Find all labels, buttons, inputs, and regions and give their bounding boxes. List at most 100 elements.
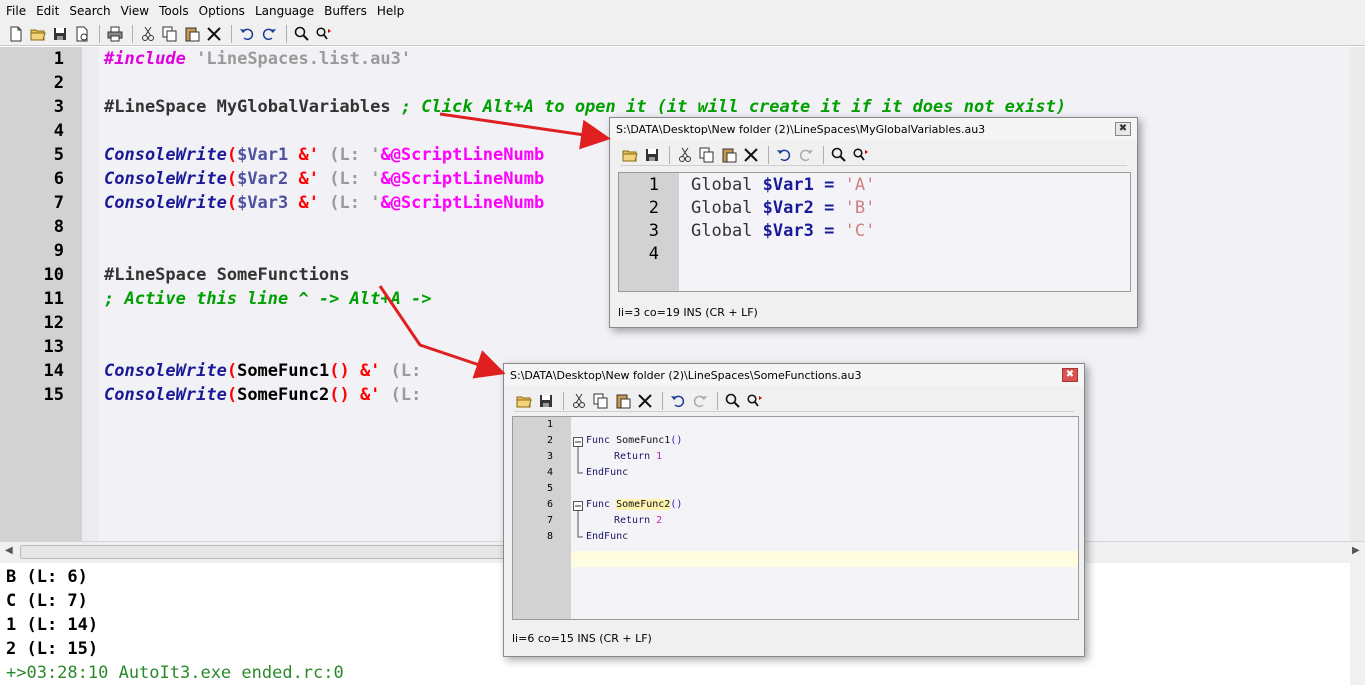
paste-button[interactable] bbox=[182, 24, 202, 44]
delete-button[interactable] bbox=[741, 145, 761, 165]
save-button[interactable] bbox=[642, 145, 662, 165]
menu-search[interactable]: Search bbox=[63, 4, 114, 18]
output-ended-line: +>03:28:10 AutoIt3.exe ended.rc:0 bbox=[6, 663, 344, 683]
new-file-icon bbox=[10, 26, 22, 41]
popup-editor[interactable]: 1 2 3 4 5 6 7 8 Func SomeFunc1() Return … bbox=[512, 416, 1079, 620]
delete-icon bbox=[207, 26, 221, 41]
menu-edit[interactable]: Edit bbox=[30, 4, 63, 18]
code-line: #LineSpace MyGlobalVariables ; Click Alt… bbox=[104, 97, 1066, 117]
find-icon bbox=[725, 393, 740, 408]
toolbar-separator bbox=[99, 24, 100, 43]
menu-file[interactable]: File bbox=[0, 4, 30, 18]
undo-icon bbox=[777, 149, 791, 161]
save-button[interactable] bbox=[50, 24, 70, 44]
copy-button[interactable] bbox=[160, 24, 180, 44]
keyword: EndFunc bbox=[586, 467, 629, 478]
operator: = bbox=[824, 221, 835, 241]
copy-button[interactable] bbox=[697, 145, 717, 165]
line-number: 1 bbox=[648, 175, 659, 195]
menu-view-label: View bbox=[120, 4, 150, 18]
find-button[interactable] bbox=[829, 145, 849, 165]
string-literal: 'C' bbox=[844, 221, 876, 241]
cut-button[interactable] bbox=[675, 145, 695, 165]
new-file-button[interactable] bbox=[6, 24, 26, 44]
linespace-directive: #LineSpace SomeFunctions bbox=[104, 265, 350, 285]
keyword: Return bbox=[614, 515, 651, 526]
scroll-thumb[interactable] bbox=[20, 545, 520, 559]
function-call: SomeFunc2 bbox=[237, 385, 330, 405]
find-button[interactable] bbox=[292, 24, 312, 44]
menu-buffers-label: Buffers bbox=[324, 4, 367, 18]
number-literal: 2 bbox=[656, 515, 663, 526]
popup-title-bar[interactable]: S:\DATA\Desktop\New folder (2)\LineSpace… bbox=[504, 364, 1084, 386]
scroll-right-icon[interactable]: ▶ bbox=[1352, 545, 1360, 556]
open-button[interactable] bbox=[28, 24, 48, 44]
close-button[interactable]: ✖ bbox=[1062, 368, 1078, 382]
paste-button[interactable] bbox=[613, 391, 633, 411]
comment: ; Click Alt+A to open it (it will create… bbox=[400, 97, 1067, 117]
undo-button[interactable] bbox=[668, 391, 688, 411]
undo-icon bbox=[240, 28, 254, 40]
print-button[interactable] bbox=[105, 24, 125, 44]
keyword: Return bbox=[614, 451, 651, 462]
popup-title-bar[interactable]: S:\DATA\Desktop\New folder (2)\LineSpace… bbox=[610, 118, 1137, 140]
copy-icon bbox=[699, 147, 714, 162]
code-line: Func SomeFunc1() bbox=[586, 435, 682, 446]
menu-buffers[interactable]: Buffers bbox=[318, 4, 371, 18]
fold-marker[interactable] bbox=[573, 435, 583, 479]
fold-margin bbox=[82, 47, 98, 541]
parentheses: () bbox=[670, 499, 683, 510]
menu-help[interactable]: Help bbox=[371, 4, 408, 18]
redo-button[interactable] bbox=[690, 391, 710, 411]
paste-icon bbox=[185, 27, 200, 41]
copy-button[interactable] bbox=[591, 391, 611, 411]
toolbar-separator bbox=[768, 145, 769, 164]
menu-help-label: Help bbox=[376, 4, 405, 18]
menu-view[interactable]: View bbox=[115, 4, 153, 18]
undo-button[interactable] bbox=[774, 145, 794, 165]
keyword: Func bbox=[586, 499, 611, 510]
operator: = bbox=[824, 198, 835, 218]
close-button[interactable]: ✖ bbox=[1115, 122, 1131, 136]
variable: $Var1 bbox=[762, 175, 814, 195]
open-button[interactable] bbox=[620, 145, 640, 165]
replace-button[interactable] bbox=[851, 145, 871, 165]
save-as-button[interactable] bbox=[72, 24, 92, 44]
output-line: B (L: 6) bbox=[6, 567, 88, 587]
save-icon bbox=[646, 148, 658, 161]
fold-marker[interactable] bbox=[573, 499, 583, 543]
scroll-left-icon[interactable]: ◀ bbox=[5, 545, 13, 556]
editor-vertical-scrollbar[interactable] bbox=[1350, 47, 1365, 541]
function-name: ConsoleWrite bbox=[104, 361, 227, 381]
find-button[interactable] bbox=[723, 391, 743, 411]
menu-options-label: Options bbox=[198, 4, 245, 18]
paste-button[interactable] bbox=[719, 145, 739, 165]
line-number: 10 bbox=[43, 265, 64, 285]
popup-editor[interactable]: 1 2 3 4 Global $Var1 = 'A' Global $Var2 … bbox=[618, 172, 1131, 292]
code-line: ConsoleWrite(SomeFunc1() &' (L: bbox=[104, 361, 422, 381]
menu-tools[interactable]: Tools bbox=[153, 4, 193, 18]
delete-button[interactable] bbox=[204, 24, 224, 44]
replace-button[interactable] bbox=[314, 24, 334, 44]
output-vertical-scrollbar[interactable] bbox=[1350, 563, 1365, 685]
cut-button[interactable] bbox=[138, 24, 158, 44]
code-line: Func SomeFunc2() bbox=[586, 499, 682, 510]
delete-button[interactable] bbox=[635, 391, 655, 411]
menu-search-label: Search bbox=[69, 4, 111, 18]
open-button[interactable] bbox=[514, 391, 534, 411]
code-line: Return 1 bbox=[614, 451, 662, 462]
redo-button[interactable] bbox=[259, 24, 279, 44]
menu-language[interactable]: Language bbox=[249, 4, 318, 18]
redo-button[interactable] bbox=[796, 145, 816, 165]
paste-icon bbox=[616, 394, 631, 408]
variable: $Var2 bbox=[237, 169, 289, 189]
code-line: ConsoleWrite(SomeFunc2() &' (L: bbox=[104, 385, 422, 405]
save-as-icon bbox=[76, 26, 88, 41]
cut-button[interactable] bbox=[569, 391, 589, 411]
save-button[interactable] bbox=[536, 391, 556, 411]
code-line: EndFunc bbox=[586, 531, 628, 542]
undo-button[interactable] bbox=[237, 24, 257, 44]
replace-button[interactable] bbox=[745, 391, 765, 411]
line-number: 3 bbox=[546, 451, 553, 462]
menu-options[interactable]: Options bbox=[193, 4, 249, 18]
